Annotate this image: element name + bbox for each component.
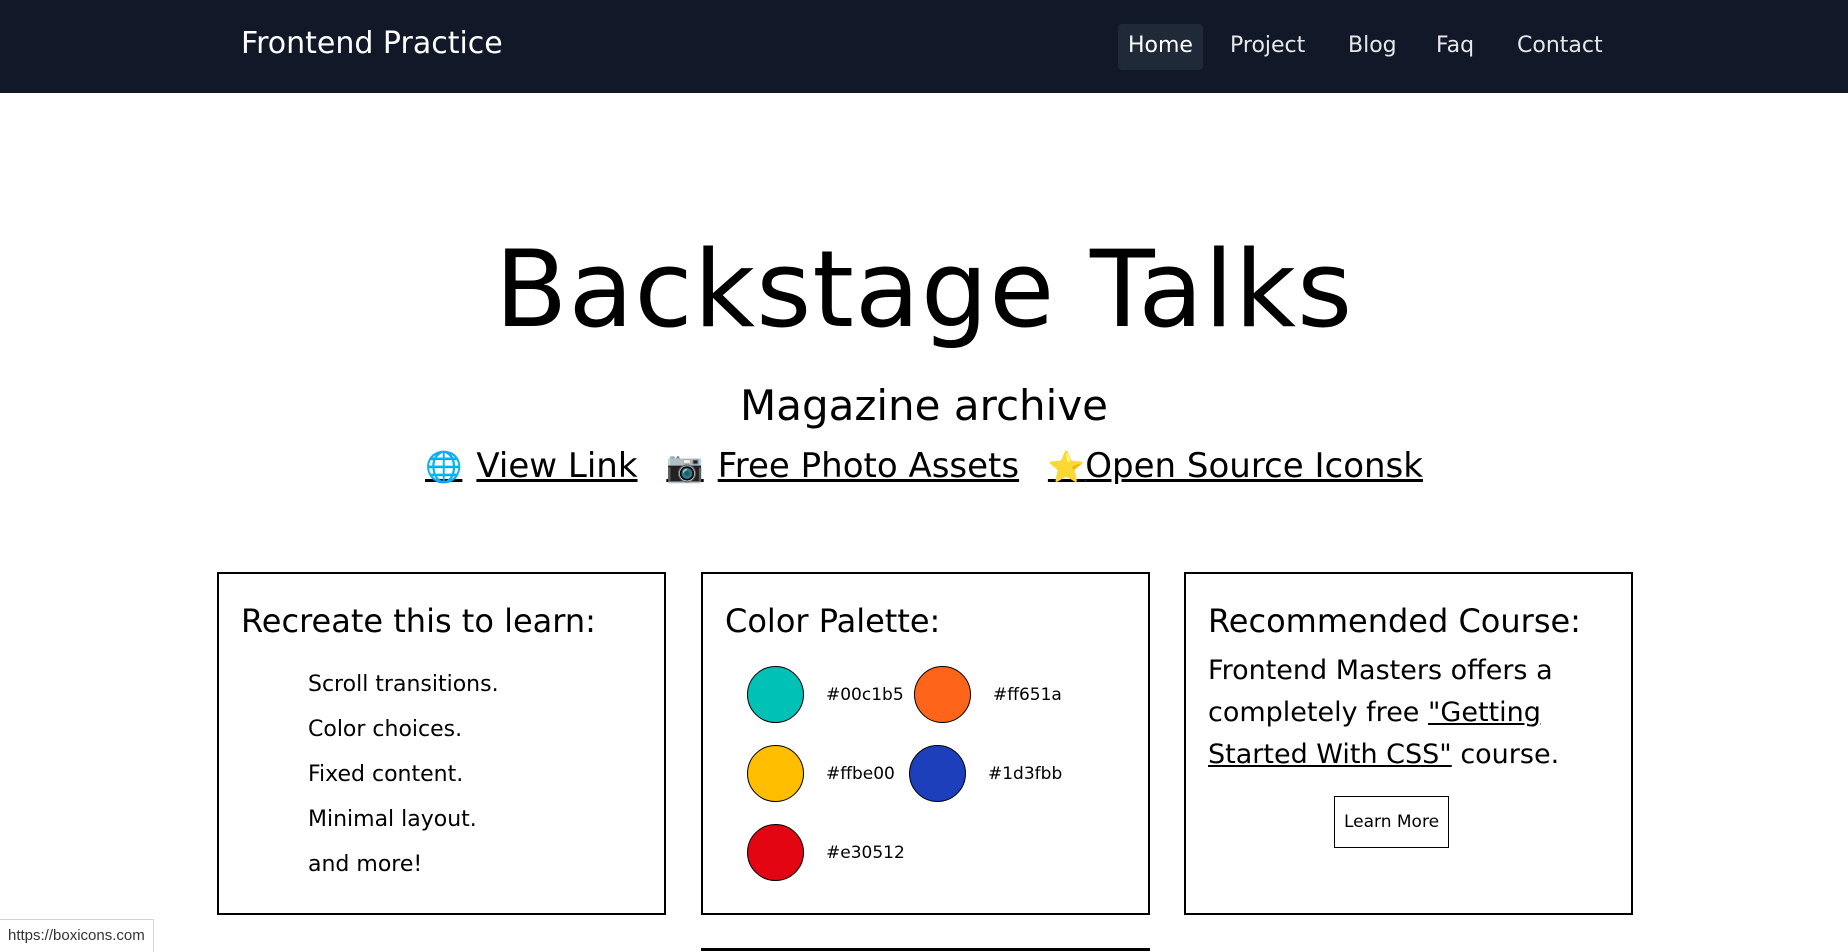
swatch-hex: #1d3fbb bbox=[988, 763, 1063, 784]
swatch-blue: #1d3fbb bbox=[909, 745, 1062, 802]
swatch-circle bbox=[747, 824, 804, 881]
next-card-edge bbox=[701, 948, 1150, 952]
swatch-orange: #ff651a bbox=[914, 666, 1062, 723]
color-palette-card: Color Palette: #00c1b5 #ff651a #ffbe00 #… bbox=[701, 572, 1150, 915]
swatch-circle bbox=[909, 745, 966, 802]
open-source-icons-label: Open Source Iconsk bbox=[1085, 446, 1423, 486]
globe-icon: 🌐 bbox=[425, 450, 463, 485]
open-source-icons-link[interactable]: ⭐Open Source Iconsk bbox=[1048, 446, 1423, 486]
nav-links: Home Project Blog Faq Contact bbox=[0, 24, 1848, 70]
learn-more-button[interactable]: Learn More bbox=[1334, 796, 1449, 848]
learn-list: Scroll transitions. Color choices. Fixed… bbox=[308, 662, 499, 887]
camera-icon: 📷 bbox=[666, 450, 704, 485]
list-item: Minimal layout. bbox=[308, 807, 477, 832]
swatch-circle bbox=[747, 666, 804, 723]
page-title: Backstage Talks bbox=[494, 228, 1354, 351]
course-description: Frontend Masters offers a completely fre… bbox=[1208, 650, 1618, 776]
swatch-teal: #00c1b5 bbox=[747, 666, 904, 723]
resource-links: 🌐 View Link 📷 Free Photo Assets ⭐Open Sour… bbox=[0, 444, 1848, 490]
learn-card-title: Recreate this to learn: bbox=[241, 602, 596, 640]
free-photo-assets-label: Free Photo Assets bbox=[717, 446, 1020, 486]
free-photo-assets-link[interactable]: 📷 Free Photo Assets bbox=[666, 446, 1019, 486]
swatch-hex: #ff651a bbox=[993, 684, 1062, 705]
swatch-circle bbox=[747, 745, 804, 802]
swatch-hex: #00c1b5 bbox=[826, 684, 904, 705]
swatch-grid: #00c1b5 #ff651a #ffbe00 #1d3fbb #e30512 bbox=[747, 666, 1147, 906]
swatch-red: #e30512 bbox=[747, 824, 905, 881]
list-item: Scroll transitions. bbox=[308, 672, 499, 697]
nav-contact[interactable]: Contact bbox=[1507, 24, 1613, 70]
nav-faq[interactable]: Faq bbox=[1426, 24, 1484, 70]
link-preview-statusbar: https://boxicons.com bbox=[0, 919, 154, 952]
swatch-hex: #ffbe00 bbox=[826, 763, 895, 784]
top-navbar: Frontend Practice Home Project Blog Faq … bbox=[0, 0, 1848, 93]
list-item: and more! bbox=[308, 852, 423, 877]
nav-project[interactable]: Project bbox=[1220, 24, 1315, 70]
course-text-after: course. bbox=[1451, 739, 1560, 770]
page-subtitle: Magazine archive bbox=[739, 381, 1109, 430]
swatch-circle bbox=[914, 666, 971, 723]
course-card-title: Recommended Course: bbox=[1208, 602, 1581, 640]
recommended-course-card: Recommended Course: Frontend Masters off… bbox=[1184, 572, 1633, 915]
palette-card-title: Color Palette: bbox=[725, 602, 941, 640]
nav-blog[interactable]: Blog bbox=[1338, 24, 1407, 70]
learn-card: Recreate this to learn: Scroll transitio… bbox=[217, 572, 666, 915]
list-item: Fixed content. bbox=[308, 762, 464, 787]
swatch-yellow: #ffbe00 bbox=[747, 745, 895, 802]
swatch-hex: #e30512 bbox=[826, 842, 905, 863]
view-link[interactable]: 🌐 View Link bbox=[425, 446, 637, 486]
view-link-label: View Link bbox=[476, 446, 638, 486]
star-icon: ⭐ bbox=[1047, 450, 1086, 485]
nav-home[interactable]: Home bbox=[1118, 24, 1203, 70]
list-item: Color choices. bbox=[308, 717, 463, 742]
